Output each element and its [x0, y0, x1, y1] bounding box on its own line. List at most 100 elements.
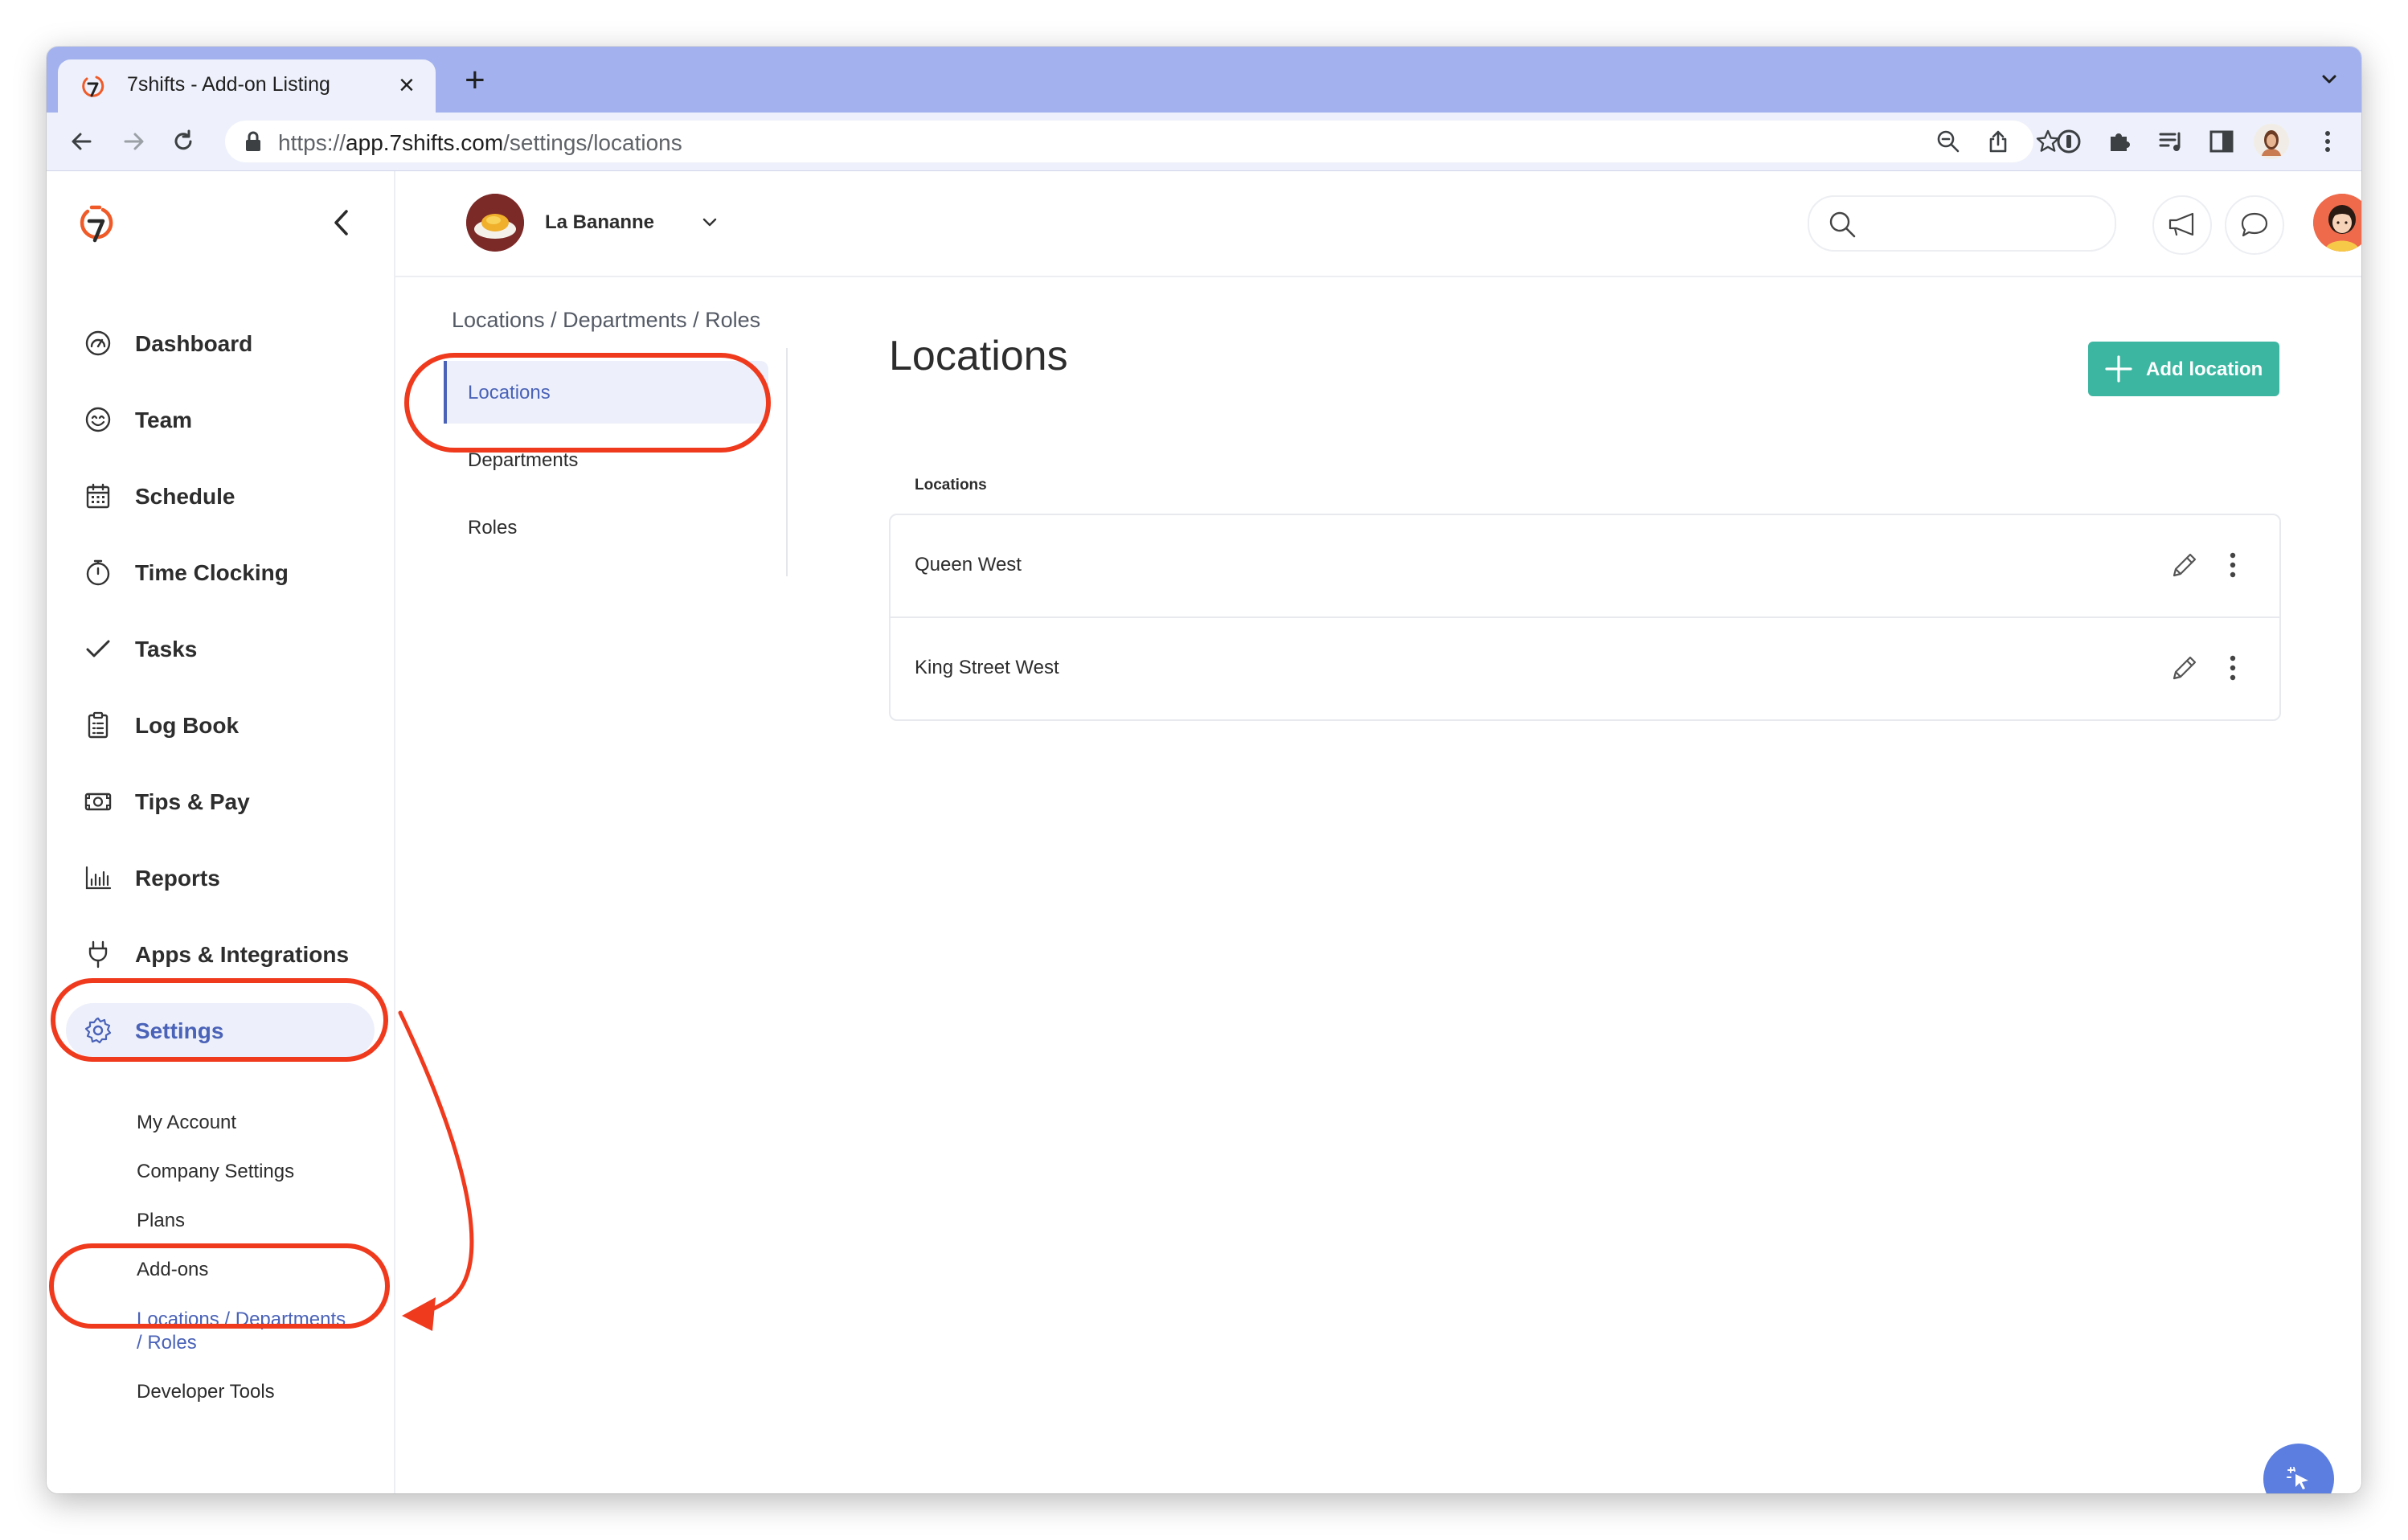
plus-icon	[2105, 355, 2132, 383]
table-column-header: Locations	[915, 477, 987, 494]
stopwatch-icon	[86, 559, 110, 586]
search-icon	[1829, 211, 1856, 238]
messages-button[interactable]	[2225, 195, 2284, 255]
extensions-puzzle-icon[interactable]	[2106, 127, 2135, 156]
tab-close-icon[interactable]: ×	[399, 69, 415, 101]
help-assistant-button[interactable]	[2263, 1444, 2334, 1493]
sidebar-item-label: Time Clocking	[135, 560, 289, 585]
dashboard-gauge-icon	[85, 330, 111, 356]
bar-chart-icon	[85, 866, 112, 890]
checkmark-icon	[86, 640, 110, 657]
settings-subitem-plans[interactable]: Plans	[137, 1210, 185, 1232]
page-title: Locations	[889, 333, 1068, 379]
locations-table: Queen West King Street West	[889, 514, 2281, 721]
sidebar-item-tasks[interactable]: Tasks	[66, 621, 375, 676]
tab-strip: 7shifts - Add-on Listing × +	[47, 47, 2361, 113]
7shifts-logo-icon[interactable]	[79, 203, 114, 248]
user-avatar[interactable]	[2313, 194, 2361, 252]
smiley-icon	[85, 407, 111, 432]
top-bar: La Bananne	[395, 171, 2361, 277]
settings-subitem-developer-tools[interactable]: Developer Tools	[137, 1381, 275, 1403]
location-food-image-icon	[466, 194, 524, 252]
sidebar-item-label: Tips & Pay	[135, 789, 250, 814]
gear-icon	[84, 1017, 112, 1044]
settings-subitem-locations-departments-roles[interactable]: Locations / Departments / Roles	[137, 1308, 346, 1354]
sidebar-item-tips-pay[interactable]: Tips & Pay	[66, 774, 375, 829]
clipboard-icon	[88, 711, 109, 739]
table-row[interactable]: Queen West	[891, 515, 2279, 616]
sidebar-item-label: Log Book	[135, 713, 240, 738]
url-text: https://app.7shifts.com/settings/locatio…	[278, 130, 682, 155]
sidebar-item-time-clocking[interactable]: Time Clocking	[66, 545, 375, 600]
sidebar-item-log-book[interactable]: Log Book	[66, 698, 375, 752]
sidebar: Dashboard Team Schedule Time Clocking Ta…	[47, 171, 395, 1493]
sidebar-item-label: Reports	[135, 866, 220, 891]
sidebar-item-schedule[interactable]: Schedule	[66, 469, 375, 523]
user-avatar-illustration-icon	[2313, 194, 2361, 252]
chevron-down-icon[interactable]	[701, 216, 719, 229]
address-bar[interactable]: https://app.7shifts.com/settings/locatio…	[225, 121, 2060, 162]
subnav-item-locations[interactable]: Locations	[444, 361, 768, 424]
subnav-item-label: Locations	[468, 382, 551, 403]
sidebar-item-settings[interactable]: Settings	[66, 1003, 375, 1058]
settings-subitem-company-settings[interactable]: Company Settings	[137, 1161, 294, 1183]
collapse-sidebar-chevron-icon[interactable]	[328, 207, 355, 239]
subnav-item-label: Departments	[468, 449, 579, 471]
sidebar-item-reports[interactable]: Reports	[66, 850, 375, 905]
pencil-edit-icon[interactable]	[2168, 652, 2201, 684]
zoom-icon[interactable]	[1935, 129, 1961, 154]
browser-window: 7shifts - Add-on Listing × + https://app…	[47, 47, 2361, 1493]
money-icon	[84, 793, 112, 811]
chat-bubble-icon	[2241, 212, 2268, 237]
app-root: Dashboard Team Schedule Time Clocking Ta…	[47, 171, 2361, 1493]
settings-subitem-my-account[interactable]: My Account	[137, 1112, 236, 1134]
add-location-button[interactable]: Add location	[2088, 342, 2279, 396]
tab-search-chevron-icon[interactable]	[2318, 68, 2340, 90]
side-panel-icon[interactable]	[2207, 127, 2236, 156]
new-tab-icon[interactable]: +	[465, 63, 485, 98]
more-options-kebab-icon[interactable]	[2225, 549, 2241, 581]
plug-icon	[88, 940, 108, 969]
more-options-kebab-icon[interactable]	[2225, 652, 2241, 684]
table-row[interactable]: King Street West	[891, 616, 2279, 719]
location-name: Queen West	[915, 554, 1022, 575]
subnav-item-label: Roles	[468, 517, 518, 539]
sidebar-item-label: Schedule	[135, 484, 235, 509]
browser-menu-kebab-icon[interactable]	[2313, 127, 2342, 156]
sidebar-item-label: Dashboard	[135, 331, 253, 356]
sidebar-item-label: Apps & Integrations	[135, 942, 350, 967]
lock-icon[interactable]	[243, 130, 264, 153]
browser-profile-avatar-icon[interactable]	[2254, 124, 2289, 159]
add-location-button-label: Add location	[2146, 358, 2263, 380]
subnav-item-departments[interactable]: Departments	[444, 428, 765, 491]
sidebar-item-label: Tasks	[135, 637, 198, 661]
subnav-item-roles[interactable]: Roles	[444, 496, 765, 559]
sidebar-item-team[interactable]: Team	[66, 392, 375, 447]
settings-subitem-label-line1: Locations / Departments	[137, 1309, 346, 1330]
share-icon[interactable]	[1985, 129, 2011, 154]
browser-tab[interactable]: 7shifts - Add-on Listing ×	[58, 59, 436, 113]
sidebar-item-label: Team	[135, 408, 193, 432]
search-input[interactable]	[1808, 195, 2116, 252]
back-arrow-icon[interactable]	[68, 127, 96, 156]
media-queue-icon[interactable]	[2157, 127, 2186, 156]
subnav-divider	[786, 348, 788, 576]
sidebar-item-label: Settings	[135, 1018, 224, 1043]
sidebar-item-apps-integrations[interactable]: Apps & Integrations	[66, 927, 375, 981]
location-switcher-label[interactable]: La Bananne	[545, 211, 654, 234]
browser-toolbar: https://app.7shifts.com/settings/locatio…	[47, 113, 2361, 171]
megaphone-icon	[2168, 212, 2194, 236]
reload-icon[interactable]	[169, 127, 198, 156]
sidebar-item-dashboard[interactable]: Dashboard	[66, 316, 375, 371]
settings-subitem-label-line2: / Roles	[137, 1332, 197, 1354]
tab-title: 7shifts - Add-on Listing	[127, 73, 330, 96]
sparkle-cursor-icon	[2287, 1467, 2308, 1489]
password-manager-icon[interactable]	[2054, 127, 2083, 156]
pencil-edit-icon[interactable]	[2168, 549, 2201, 581]
calendar-icon	[86, 483, 110, 509]
announcements-button[interactable]	[2152, 195, 2212, 255]
location-name: King Street West	[915, 657, 1059, 678]
location-avatar[interactable]	[466, 194, 524, 252]
settings-subitem-add-ons[interactable]: Add-ons	[137, 1259, 208, 1281]
forward-arrow-icon[interactable]	[119, 127, 148, 156]
